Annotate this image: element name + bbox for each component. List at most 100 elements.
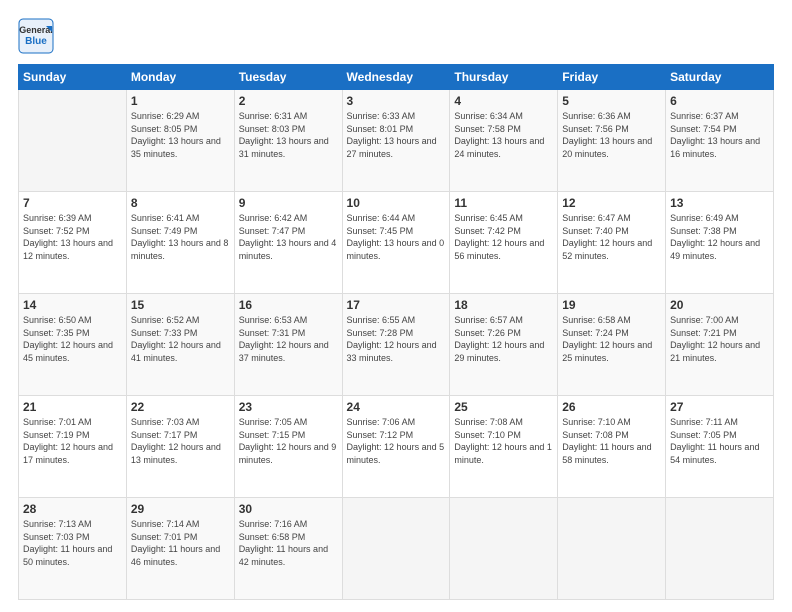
day-number: 3 (347, 94, 446, 108)
day-info: Sunrise: 6:37 AMSunset: 7:54 PMDaylight:… (670, 110, 769, 160)
day-info: Sunrise: 6:50 AMSunset: 7:35 PMDaylight:… (23, 314, 122, 364)
day-info: Sunrise: 7:11 AMSunset: 7:05 PMDaylight:… (670, 416, 769, 466)
day-number: 13 (670, 196, 769, 210)
day-info: Sunrise: 7:05 AMSunset: 7:15 PMDaylight:… (239, 416, 338, 466)
day-cell: 29Sunrise: 7:14 AMSunset: 7:01 PMDayligh… (126, 498, 234, 600)
day-info: Sunrise: 7:06 AMSunset: 7:12 PMDaylight:… (347, 416, 446, 466)
week-row-5: 28 Sunrise: 7:13 AMSunset: 7:03 PMDayligh… (19, 498, 774, 600)
day-info: Sunrise: 6:31 AMSunset: 8:03 PMDaylight:… (239, 110, 338, 160)
day-number: 25 (454, 400, 553, 414)
day-number: 23 (239, 400, 338, 414)
day-cell: 11 Sunrise: 6:45 AMSunset: 7:42 PMDayligh… (450, 192, 558, 294)
page: General Blue SundayMondayTuesdayWednesda… (0, 0, 792, 612)
day-number: 22 (131, 400, 230, 414)
day-cell: 18 Sunrise: 6:57 AMSunset: 7:26 PMDayligh… (450, 294, 558, 396)
day-cell (342, 498, 450, 600)
day-info: Sunrise: 6:58 AMSunset: 7:24 PMDaylight:… (562, 314, 661, 364)
day-number: 26 (562, 400, 661, 414)
day-number: 16 (239, 298, 338, 312)
week-row-4: 21 Sunrise: 7:01 AMSunset: 7:19 PMDayligh… (19, 396, 774, 498)
week-row-1: 1 Sunrise: 6:29 AMSunset: 8:05 PMDaylight… (19, 90, 774, 192)
day-number: 19 (562, 298, 661, 312)
day-cell: 23 Sunrise: 7:05 AMSunset: 7:15 PMDayligh… (234, 396, 342, 498)
day-info: Sunrise: 7:13 AMSunset: 7:03 PMDaylight:… (23, 518, 122, 568)
logo: General Blue (18, 18, 54, 54)
day-cell: 8 Sunrise: 6:41 AMSunset: 7:49 PMDaylight… (126, 192, 234, 294)
col-header-friday: Friday (558, 65, 666, 90)
day-info: Sunrise: 6:29 AMSunset: 8:05 PMDaylight:… (131, 110, 230, 160)
day-number: 14 (23, 298, 122, 312)
day-cell: 28 Sunrise: 7:13 AMSunset: 7:03 PMDayligh… (19, 498, 127, 600)
header-row: SundayMondayTuesdayWednesdayThursdayFrid… (19, 65, 774, 90)
day-info: Sunrise: 6:36 AMSunset: 7:56 PMDaylight:… (562, 110, 661, 160)
day-info: Sunrise: 6:52 AMSunset: 7:33 PMDaylight:… (131, 314, 230, 364)
day-cell (19, 90, 127, 192)
day-cell (558, 498, 666, 600)
day-info: Sunrise: 6:57 AMSunset: 7:26 PMDaylight:… (454, 314, 553, 364)
day-number: 7 (23, 196, 122, 210)
day-number: 5 (562, 94, 661, 108)
day-info: Sunrise: 6:53 AMSunset: 7:31 PMDaylight:… (239, 314, 338, 364)
day-info: Sunrise: 7:10 AMSunset: 7:08 PMDaylight:… (562, 416, 661, 466)
calendar-table: SundayMondayTuesdayWednesdayThursdayFrid… (18, 64, 774, 600)
day-info: Sunrise: 6:41 AMSunset: 7:49 PMDaylight:… (131, 212, 230, 262)
day-cell: 25 Sunrise: 7:08 AMSunset: 7:10 PMDayligh… (450, 396, 558, 498)
col-header-saturday: Saturday (666, 65, 774, 90)
day-cell: 14 Sunrise: 6:50 AMSunset: 7:35 PMDayligh… (19, 294, 127, 396)
day-number: 11 (454, 196, 553, 210)
svg-text:Blue: Blue (25, 36, 47, 47)
logo-icon: General Blue (18, 18, 54, 54)
day-cell: 12 Sunrise: 6:47 AMSunset: 7:40 PMDayligh… (558, 192, 666, 294)
day-info: Sunrise: 6:34 AMSunset: 7:58 PMDaylight:… (454, 110, 553, 160)
day-cell: 30Sunrise: 7:16 AMSunset: 6:58 PMDayligh… (234, 498, 342, 600)
day-cell: 26 Sunrise: 7:10 AMSunset: 7:08 PMDayligh… (558, 396, 666, 498)
day-cell: 13 Sunrise: 6:49 AMSunset: 7:38 PMDayligh… (666, 192, 774, 294)
day-number: 28 (23, 502, 122, 516)
day-cell: 3 Sunrise: 6:33 AMSunset: 8:01 PMDaylight… (342, 90, 450, 192)
day-cell: 17 Sunrise: 6:55 AMSunset: 7:28 PMDayligh… (342, 294, 450, 396)
col-header-thursday: Thursday (450, 65, 558, 90)
day-number: 24 (347, 400, 446, 414)
day-info: Sunrise: 6:55 AMSunset: 7:28 PMDaylight:… (347, 314, 446, 364)
day-cell (666, 498, 774, 600)
col-header-sunday: Sunday (19, 65, 127, 90)
day-cell: 16 Sunrise: 6:53 AMSunset: 7:31 PMDayligh… (234, 294, 342, 396)
day-cell: 2 Sunrise: 6:31 AMSunset: 8:03 PMDaylight… (234, 90, 342, 192)
header: General Blue (18, 18, 774, 54)
day-cell: 19 Sunrise: 6:58 AMSunset: 7:24 PMDayligh… (558, 294, 666, 396)
day-info: Sunrise: 6:42 AMSunset: 7:47 PMDaylight:… (239, 212, 338, 262)
day-info: Sunrise: 6:39 AMSunset: 7:52 PMDaylight:… (23, 212, 122, 262)
day-number: 10 (347, 196, 446, 210)
day-number: 21 (23, 400, 122, 414)
day-info: Sunrise: 6:49 AMSunset: 7:38 PMDaylight:… (670, 212, 769, 262)
day-info: Sunrise: 7:01 AMSunset: 7:19 PMDaylight:… (23, 416, 122, 466)
day-info: Sunrise: 7:00 AMSunset: 7:21 PMDaylight:… (670, 314, 769, 364)
day-cell (450, 498, 558, 600)
day-info: Sunrise: 6:45 AMSunset: 7:42 PMDaylight:… (454, 212, 553, 262)
day-cell: 20 Sunrise: 7:00 AMSunset: 7:21 PMDayligh… (666, 294, 774, 396)
day-number: 29 (131, 502, 230, 516)
day-number: 1 (131, 94, 230, 108)
day-number: 2 (239, 94, 338, 108)
day-cell: 24 Sunrise: 7:06 AMSunset: 7:12 PMDayligh… (342, 396, 450, 498)
day-number: 8 (131, 196, 230, 210)
day-info: Sunrise: 6:33 AMSunset: 8:01 PMDaylight:… (347, 110, 446, 160)
day-cell: 7 Sunrise: 6:39 AMSunset: 7:52 PMDaylight… (19, 192, 127, 294)
day-cell: 6Sunrise: 6:37 AMSunset: 7:54 PMDaylight… (666, 90, 774, 192)
col-header-wednesday: Wednesday (342, 65, 450, 90)
col-header-tuesday: Tuesday (234, 65, 342, 90)
day-number: 17 (347, 298, 446, 312)
day-info: Sunrise: 6:44 AMSunset: 7:45 PMDaylight:… (347, 212, 446, 262)
week-row-3: 14 Sunrise: 6:50 AMSunset: 7:35 PMDayligh… (19, 294, 774, 396)
day-cell: 15 Sunrise: 6:52 AMSunset: 7:33 PMDayligh… (126, 294, 234, 396)
week-row-2: 7 Sunrise: 6:39 AMSunset: 7:52 PMDaylight… (19, 192, 774, 294)
day-number: 18 (454, 298, 553, 312)
day-number: 20 (670, 298, 769, 312)
col-header-monday: Monday (126, 65, 234, 90)
day-info: Sunrise: 6:47 AMSunset: 7:40 PMDaylight:… (562, 212, 661, 262)
day-number: 15 (131, 298, 230, 312)
day-number: 12 (562, 196, 661, 210)
day-info: Sunrise: 7:08 AMSunset: 7:10 PMDaylight:… (454, 416, 553, 466)
day-info: Sunrise: 7:03 AMSunset: 7:17 PMDaylight:… (131, 416, 230, 466)
day-cell: 21 Sunrise: 7:01 AMSunset: 7:19 PMDayligh… (19, 396, 127, 498)
